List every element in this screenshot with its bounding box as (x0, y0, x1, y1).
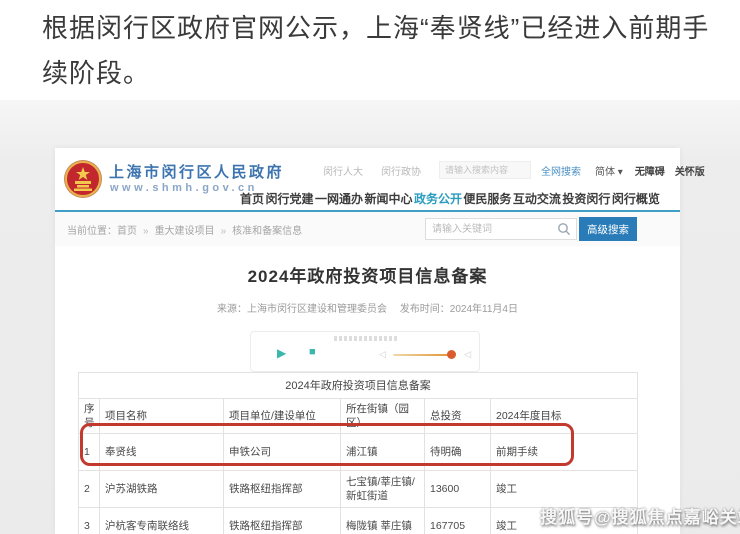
volume-slider-handle[interactable] (447, 350, 456, 359)
site-header: 上海市闵行区人民政府 www.shmh.gov.cn 闵行人大 闵行政协 全网搜… (55, 148, 680, 210)
breadcrumb-bar: 当前位置：首页 » 重大建设项目 » 核准和备案信息 高级搜索 (55, 212, 680, 246)
nav-item[interactable]: 闵行党建 (265, 190, 313, 207)
nav-item[interactable]: 新闻中心 (364, 190, 412, 207)
gov-site-screenshot: 上海市闵行区人民政府 www.shmh.gov.cn 闵行人大 闵行政协 全网搜… (55, 148, 680, 534)
utility-link[interactable]: 闵行人大 (323, 163, 363, 178)
table-row: 2沪苏湖铁路铁路枢纽指挥部七宝镇/莘庄镇/新虹街道13600竣工 (79, 471, 638, 508)
accessibility-link[interactable]: 无障碍 (635, 163, 665, 178)
site-url: www.shmh.gov.cn (110, 182, 258, 194)
breadcrumb-prefix: 当前位置： (67, 226, 117, 237)
breadcrumb-separator: » (221, 226, 227, 237)
column-header: 2024年度目标 (491, 399, 638, 434)
page-meta: 来源：上海市闵行区建设和管理委员会 发布时间：2024年11月4日 (55, 300, 680, 315)
breadcrumb-item[interactable]: 首页 (117, 226, 137, 237)
nav-item[interactable]: 互动交流 (513, 190, 561, 207)
search-icon[interactable] (557, 222, 571, 236)
site-title[interactable]: 上海市闵行区人民政府 (109, 161, 284, 182)
breadcrumb: 当前位置：首页 » 重大建设项目 » 核准和备案信息 (67, 222, 302, 237)
stop-icon[interactable]: ■ (309, 346, 316, 358)
nav-item[interactable]: 闵行概览 (612, 190, 660, 207)
page-publish-time: 发布时间：2024年11月4日 (400, 304, 518, 315)
volume-high-icon: ◁ (464, 349, 471, 360)
page-title: 2024年政府投资项目信息备案 (55, 262, 680, 287)
table-cell: 167705 (425, 508, 491, 534)
advanced-search-button[interactable]: 高级搜索 (579, 217, 637, 241)
breadcrumb-item[interactable]: 核准和备案信息 (232, 226, 302, 237)
table-cell: 奉贤线 (100, 434, 224, 471)
table-cell: 13600 (425, 471, 491, 508)
table-caption: 2024年政府投资项目信息备案 (79, 373, 638, 399)
table-cell: 3 (79, 508, 100, 534)
breadcrumb-items: 首页 » 重大建设项目 » 核准和备案信息 (117, 226, 302, 237)
table-cell: 竣工 (491, 471, 638, 508)
table-header-row: 序号项目名称项目单位/建设单位所在街镇（园区）总投资2024年度目标 (79, 399, 638, 434)
volume-slider-track[interactable] (393, 354, 455, 356)
site-search-input[interactable] (439, 161, 531, 179)
care-version-link[interactable]: 关怀版 (675, 163, 705, 178)
watermark-text: 搜狐号@搜狐焦点嘉峪关站 (540, 503, 740, 528)
article-intro-text: 根据闵行区政府官网公示，上海“奉贤线”已经进入前期手续阶段。 (42, 6, 712, 96)
nav-item[interactable]: 首页 (240, 190, 264, 207)
table-cell: 申铁公司 (224, 434, 341, 471)
page-source: 来源：上海市闵行区建设和管理委员会 (217, 304, 387, 315)
column-header: 所在街镇（园区） (341, 399, 425, 434)
audio-player: ▶ ■ ◁ ◁ (250, 331, 480, 372)
table-cell: 沪杭客专南联络线 (100, 508, 224, 534)
utility-link[interactable]: 闵行政协 (381, 163, 421, 178)
play-icon[interactable]: ▶ (277, 346, 286, 360)
table-cell: 浦江镇 (341, 434, 425, 471)
breadcrumb-item[interactable]: 重大建设项目 (155, 226, 215, 237)
table-cell: 梅陇镇 莘庄镇 (341, 508, 425, 534)
column-header: 项目名称 (100, 399, 224, 434)
site-search-button[interactable]: 全网搜索 (541, 163, 581, 178)
language-select[interactable]: 简体 ▾ (595, 163, 623, 178)
keyword-search-input[interactable] (425, 218, 577, 240)
national-emblem-icon (63, 159, 103, 199)
nav-item[interactable]: 一网通办 (315, 190, 363, 207)
table-cell: 沪苏湖铁路 (100, 471, 224, 508)
table-cell: 2 (79, 471, 100, 508)
table-cell: 七宝镇/莘庄镇/新虹街道 (341, 471, 425, 508)
main-nav: 首页闵行党建一网通办新闻中心政务公开便民服务互动交流投资闵行闵行概览 (240, 188, 660, 208)
table-row: 1奉贤线申铁公司浦江镇待明确前期手续 (79, 434, 638, 471)
breadcrumb-separator: » (143, 226, 149, 237)
volume-low-icon: ◁ (379, 349, 386, 360)
table-cell: 铁路枢纽指挥部 (224, 471, 341, 508)
nav-item[interactable]: 投资闵行 (562, 190, 610, 207)
table-cell: 1 (79, 434, 100, 471)
column-header: 序号 (79, 399, 100, 434)
player-caption (334, 336, 398, 341)
nav-item[interactable]: 政务公开 (414, 190, 462, 207)
table-cell: 前期手续 (491, 434, 638, 471)
table-caption-row: 2024年政府投资项目信息备案 (79, 373, 638, 399)
nav-item[interactable]: 便民服务 (463, 190, 511, 207)
utility-bar: 闵行人大 闵行政协 全网搜索 简体 ▾ 无障碍 关怀版 (323, 160, 673, 180)
column-header: 项目单位/建设单位 (224, 399, 341, 434)
column-header: 总投资 (425, 399, 491, 434)
table-cell: 待明确 (425, 434, 491, 471)
table-cell: 铁路枢纽指挥部 (224, 508, 341, 534)
screenshot-root: 根据闵行区政府官网公示，上海“奉贤线”已经进入前期手续阶段。 上海市闵行区人民政… (0, 0, 740, 534)
